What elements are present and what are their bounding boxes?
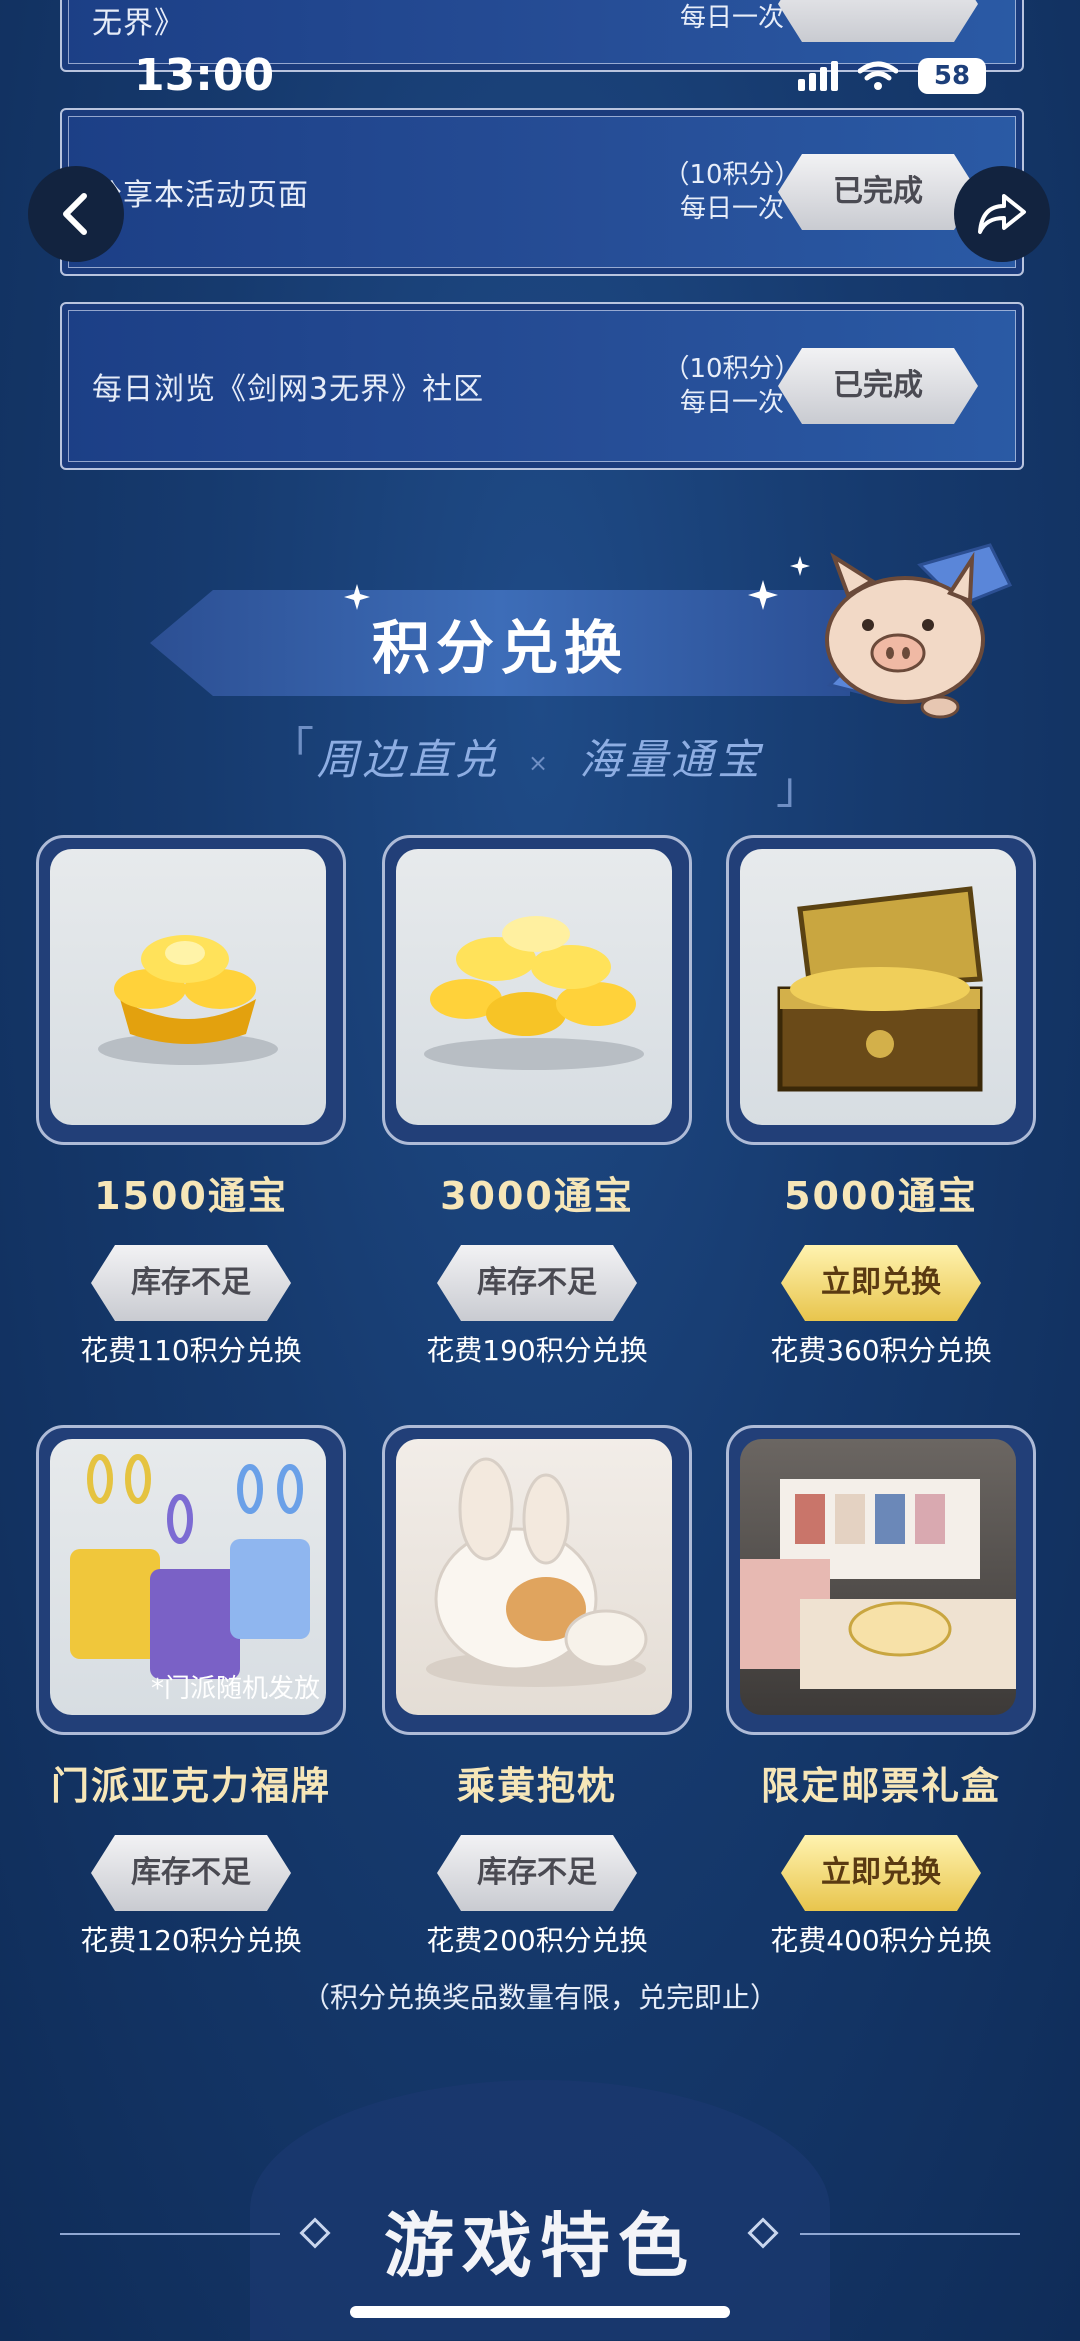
- plush-pillow-image: [396, 1439, 672, 1715]
- gold-ingot-pile-image: [396, 849, 672, 1125]
- product-cost: 花费110积分兑换: [80, 1334, 302, 1367]
- wifi-icon: [858, 61, 898, 90]
- section-subtitle: 周边直兑 × 海量通宝: [0, 726, 1080, 787]
- subtitle-left: 周边直兑: [316, 735, 501, 784]
- task-card-3: 每日浏览《剑网3无界》社区 （10积分） 每日一次 已完成: [60, 302, 1024, 470]
- product-cost: 花费190积分兑换: [426, 1334, 648, 1367]
- redeem-button[interactable]: 立即兑换: [781, 1835, 981, 1911]
- treasure-chest-image: [740, 849, 1016, 1125]
- section-title: 积分兑换: [371, 614, 628, 682]
- subtitle-right: 海量通宝: [579, 735, 764, 784]
- task-title: 无界》: [92, 6, 185, 41]
- task-card-2: 分享本活动页面 （10积分） 每日一次 已完成: [60, 108, 1024, 276]
- exchange-notice: （积分兑换奖品数量有限，兑完即止）: [301, 1981, 778, 2014]
- product-cost: 花费120积分兑换: [80, 1924, 302, 1957]
- product-cost: 花费360积分兑换: [770, 1334, 992, 1367]
- stamp-box-image: [740, 1439, 1016, 1715]
- product-name: 1500通宝: [94, 1174, 288, 1218]
- task-complete-button[interactable]: [778, 0, 978, 42]
- redeem-button[interactable]: 库存不足: [91, 1835, 291, 1911]
- pig-mascot-image: [825, 543, 1013, 719]
- product-name: 乘黄抱枕: [456, 1764, 617, 1808]
- features-title: 游戏特色: [384, 2205, 696, 2287]
- redeem-button[interactable]: 库存不足: [437, 1835, 637, 1911]
- redeem-button[interactable]: 库存不足: [437, 1245, 637, 1321]
- product-name: 限定邮票礼盒: [760, 1764, 1001, 1808]
- back-button[interactable]: [28, 166, 124, 262]
- task-complete-button[interactable]: 已完成: [778, 348, 978, 424]
- product-name: 5000通宝: [784, 1174, 978, 1218]
- battery-icon: 58: [918, 58, 986, 94]
- task-title: 每日浏览《剑网3无界》社区: [92, 372, 485, 407]
- share-button[interactable]: [954, 166, 1050, 262]
- status-time: 13:00: [134, 50, 275, 101]
- subtitle-bracket-close: 」: [776, 763, 820, 814]
- subtitle-separator: ×: [527, 748, 553, 777]
- divider: [800, 2233, 1020, 2235]
- image-note: *门派随机发放: [150, 1674, 320, 1704]
- product-name: 3000通宝: [440, 1174, 634, 1218]
- redeem-button[interactable]: 立即兑换: [781, 1245, 981, 1321]
- task-title: 分享本活动页面: [92, 178, 309, 213]
- sparkle-icon: [748, 580, 778, 610]
- signal-icon: [798, 61, 838, 91]
- status-icons: 58: [798, 58, 986, 94]
- share-icon: [978, 194, 1026, 234]
- chevron-left-icon: [63, 193, 87, 235]
- product-cost: 花费200积分兑换: [426, 1924, 648, 1957]
- product-name: 门派亚克力福牌: [50, 1764, 331, 1808]
- task-complete-button[interactable]: 已完成: [778, 154, 978, 230]
- sparkle-icon: [344, 584, 370, 610]
- gold-ingot-image: [50, 849, 326, 1125]
- acrylic-charm-image: *门派随机发放: [50, 1439, 326, 1715]
- redeem-button[interactable]: 库存不足: [91, 1245, 291, 1321]
- section-banner: 积分兑换: [150, 590, 850, 696]
- page: 无界》 每日一次 13:00 58 分享本活动页面 （10积分） 每日一次 已完…: [0, 0, 1080, 2341]
- product-cost: 花费400积分兑换: [770, 1924, 992, 1957]
- home-indicator[interactable]: [350, 2306, 730, 2318]
